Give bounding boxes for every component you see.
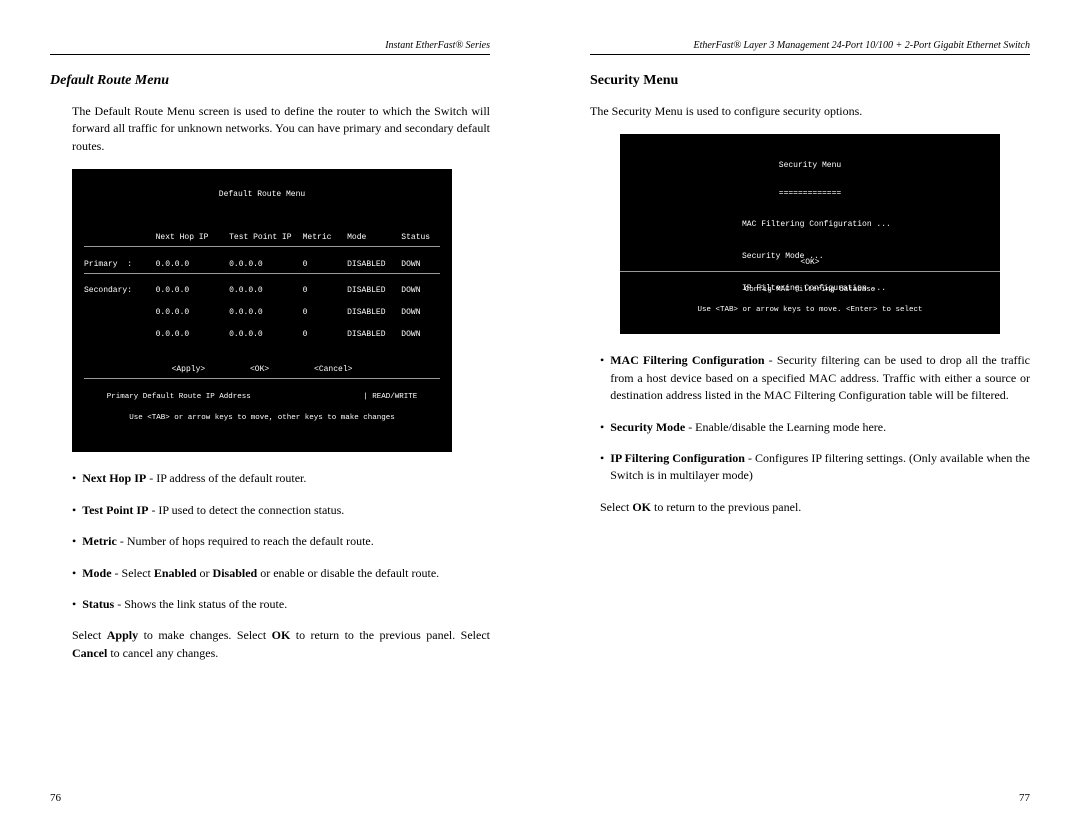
closing-paragraph: Select OK to return to the previous pane… xyxy=(590,499,1030,516)
apply-button[interactable]: <Apply> xyxy=(172,365,206,374)
table-row: Secondary:0.0.0.00.0.0.00DISABLEDDOWN xyxy=(84,286,440,297)
term-underline: ============= xyxy=(632,189,988,200)
bullet-status: • Status - Shows the link status of the … xyxy=(50,596,490,613)
page-header-right: EtherFast® Layer 3 Management 24-Port 10… xyxy=(590,40,1030,55)
security-terminal: Security Menu ============= MAC Filterin… xyxy=(620,134,1000,334)
page-number: 76 xyxy=(50,792,61,804)
intro-paragraph: The Security Menu is used to configure s… xyxy=(590,103,1030,120)
term-hint: Use <TAB> or arrow keys to move, other k… xyxy=(84,413,440,423)
page-left: Instant EtherFast® Series Default Route … xyxy=(0,0,540,834)
page-number: 77 xyxy=(1019,792,1030,804)
section-title-security: Security Menu xyxy=(590,73,1030,89)
closing-paragraph: Select Apply to make changes. Select OK … xyxy=(50,627,490,662)
bullet-security-mode: • Security Mode - Enable/disable the Lea… xyxy=(590,419,1030,436)
bullet-mode: • Mode - Select Enabled or Disabled or e… xyxy=(50,565,490,582)
term-title: Security Menu xyxy=(632,161,988,172)
bullet-icon: • xyxy=(72,565,76,582)
page-header-left: Instant EtherFast® Series xyxy=(50,40,490,55)
term-header-row: Next Hop IPTest Point IPMetricModeStatus xyxy=(84,233,440,244)
bullet-metric: • Metric - Number of hops required to re… xyxy=(50,533,490,550)
term-hint: Config MAC filtering database xyxy=(620,285,1000,295)
cancel-button[interactable]: <Cancel> xyxy=(314,365,352,374)
bullet-icon: • xyxy=(600,419,604,436)
ok-button[interactable]: <OK> xyxy=(620,258,1000,269)
bullet-icon: • xyxy=(600,352,604,404)
bullet-icon: • xyxy=(72,502,76,519)
default-route-terminal: Default Route Menu Next Hop IPTest Point… xyxy=(72,169,452,452)
bullet-next-hop-ip: • Next Hop IP - IP address of the defaul… xyxy=(50,470,490,487)
term-hint: Primary Default Route IP Address | READ/… xyxy=(84,392,440,402)
bullet-ip-filtering: • IP Filtering Configuration - Configure… xyxy=(590,450,1030,485)
page-right: EtherFast® Layer 3 Management 24-Port 10… xyxy=(540,0,1080,834)
ok-button[interactable]: <OK> xyxy=(250,365,269,374)
intro-paragraph: The Default Route Menu screen is used to… xyxy=(50,103,490,155)
table-row: Primary :0.0.0.00.0.0.00DISABLEDDOWN xyxy=(84,260,440,271)
bullet-icon: • xyxy=(600,450,604,485)
term-hint: Use <TAB> or arrow keys to move. <Enter>… xyxy=(620,305,1000,315)
bullet-icon: • xyxy=(72,470,76,487)
term-title: Default Route Menu xyxy=(84,190,440,201)
term-buttons: <Apply> <OK> <Cancel> xyxy=(84,365,440,376)
section-title-default-route: Default Route Menu xyxy=(50,73,490,89)
bullet-test-point-ip: • Test Point IP - IP used to detect the … xyxy=(50,502,490,519)
table-row: 0.0.0.00.0.0.00DISABLEDDOWN xyxy=(84,330,440,341)
menu-item-mac-filtering[interactable]: MAC Filtering Configuration ... xyxy=(742,220,988,231)
table-row: 0.0.0.00.0.0.00DISABLEDDOWN xyxy=(84,308,440,319)
bullet-icon: • xyxy=(72,596,76,613)
bullet-mac-filtering: • MAC Filtering Configuration - Security… xyxy=(590,352,1030,404)
bullet-icon: • xyxy=(72,533,76,550)
